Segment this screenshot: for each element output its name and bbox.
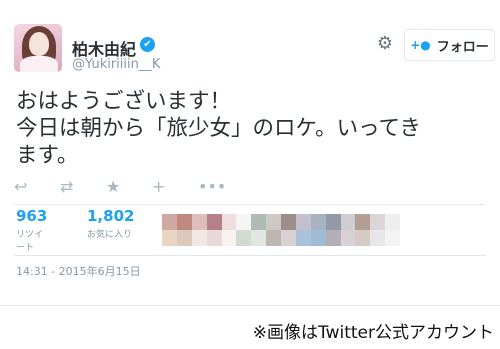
tweet-line: おはようございます！ bbox=[16, 89, 232, 114]
avatar-face bbox=[29, 32, 49, 56]
tweet-card: 柏木由紀 ✔ @Yukiriiiin__K ⚙ +● フォロー おはようございま… bbox=[0, 0, 500, 306]
avatar-body bbox=[20, 56, 58, 72]
favoriters-avatars[interactable] bbox=[162, 214, 400, 246]
user-handle[interactable]: @Yukiriiiin__K bbox=[72, 57, 160, 72]
tweet-line: 今日は朝から「旅少女」のロケ。いってき bbox=[16, 116, 421, 141]
retweet-label: リツイート bbox=[16, 230, 44, 253]
favorite-count: 1,802 bbox=[87, 207, 135, 225]
tweet-actions: ↩ ⇄ ★ + ••• bbox=[14, 175, 244, 197]
retweet-count: 963 bbox=[16, 207, 48, 225]
tweet-text: おはようございます！ 今日は朝から「旅少女」のロケ。いってき ます。 bbox=[16, 88, 486, 169]
retweet-icon[interactable]: ⇄ bbox=[60, 177, 106, 196]
follow-label: フォロー bbox=[436, 39, 489, 55]
favorite-label: お気に入り bbox=[87, 230, 133, 240]
add-user-icon[interactable]: + bbox=[152, 177, 198, 196]
favorite-stat[interactable]: 1,802 お気に入り bbox=[87, 207, 134, 240]
verified-icon: ✔ bbox=[140, 37, 155, 52]
divider bbox=[14, 204, 486, 205]
tweet-timestamp[interactable]: 14:31 - 2015年6月15日 bbox=[16, 263, 141, 279]
image-credit-caption: ※画像はTwitter公式アカウント bbox=[252, 323, 494, 343]
gear-icon[interactable]: ⚙ bbox=[375, 34, 395, 54]
divider bbox=[14, 255, 486, 256]
retweet-stat[interactable]: 963 リツイート bbox=[16, 207, 47, 253]
add-user-icon: +● bbox=[410, 38, 431, 52]
reply-icon[interactable]: ↩ bbox=[14, 177, 60, 196]
more-icon[interactable]: ••• bbox=[198, 177, 244, 196]
follow-button[interactable]: +● フォロー bbox=[404, 29, 495, 61]
avatar[interactable] bbox=[14, 24, 62, 72]
tweet-line: ます。 bbox=[16, 143, 79, 168]
favorite-icon[interactable]: ★ bbox=[106, 177, 152, 196]
